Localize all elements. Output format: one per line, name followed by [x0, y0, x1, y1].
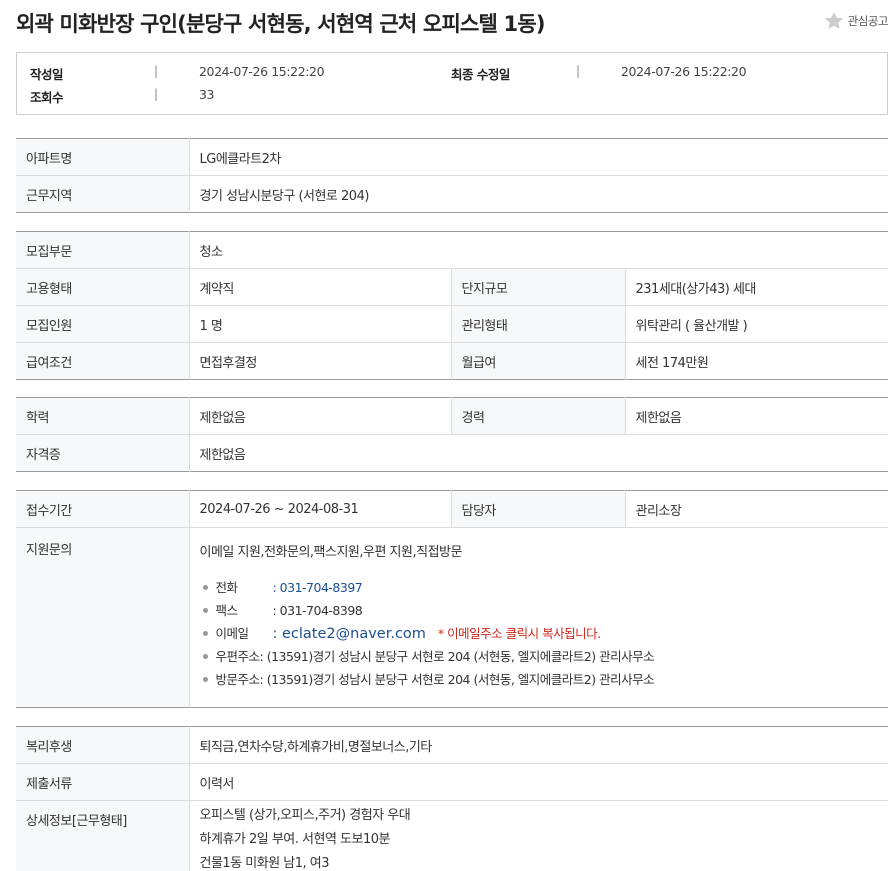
detail-line: 건물1동 미화원 남1, 여3 — [199, 856, 330, 871]
favorite-label: 관심공고 — [847, 14, 889, 28]
meta-row-views: 조회수 | 33 — [17, 87, 887, 107]
documents-value: 이력서 — [189, 763, 889, 801]
views-label: 조회수 — [30, 90, 64, 105]
detail-line: 오피스텔 (상가,오피스,주거) 경험자 우대 — [199, 808, 411, 823]
education-label: 학력 — [16, 397, 190, 435]
career-value: 제한없음 — [635, 410, 682, 426]
phone-label: 전화 — [215, 580, 239, 595]
welfare-value: 퇴직금,연차수당,하계휴가비,명절보너스,기타 — [199, 739, 433, 755]
apartment-name-label: 아파트명 — [16, 138, 190, 176]
recruit-table: 모집부문 청소 고용형태 계약직 단지규모 231세대(상가43) 세대 모집인… — [16, 231, 889, 380]
post-address-value: : (13591)경기 성남시 분당구 서현로 204 (서현동, 엘지에클라트… — [259, 649, 655, 664]
inquiry-cell: 이메일 지원,전화문의,팩스지원,우편 지원,직접방문 전화 : 031-704-… — [189, 527, 888, 708]
table-row: 고용형태 계약직 단지규모 231세대(상가43) 세대 — [16, 268, 889, 306]
phone-link[interactable]: : 031-704-8397 — [273, 580, 363, 595]
fax-label: 팩스 — [215, 603, 239, 618]
email-label: 이메일 — [215, 626, 250, 641]
manage-type-label: 관리형태 — [451, 305, 626, 343]
table-row: 학력 제한없음 경력 제한없음 — [16, 397, 888, 435]
table-row: 상세정보[근무형태] 오피스텔 (상가,오피스,주거) 경험자 우대 하계휴가 … — [16, 800, 889, 871]
table-row: 제출서류 이력서 — [16, 763, 889, 801]
certificate-value: 제한없음 — [189, 434, 888, 472]
certificate-label: 자격증 — [16, 434, 190, 472]
separator: | — [154, 87, 159, 101]
table-row: 모집부문 청소 — [16, 231, 888, 269]
views-value: 33 — [199, 87, 215, 102]
table-row: 근무지역 경기 성남시분당구 (서현로 204) — [16, 175, 889, 213]
application-table: 접수기간 2024-07-26 ~ 2024-08-31 담당자 관리소장 지원… — [16, 490, 888, 708]
recruit-count-label: 모집인원 — [16, 305, 190, 343]
work-area-value: 경기 성남시분당구 (서현로 204) — [189, 175, 889, 213]
email-copy-notice: * 이메일주소 클릭시 복사됩니다. — [437, 626, 601, 641]
manager-value: 관리소장 — [635, 503, 682, 519]
meta-row-dates: 작성일 | 2024-07-26 15:22:20 최종 수정일 | 2024-… — [17, 64, 887, 84]
apartment-name-value: LG에클라트2차 — [199, 151, 282, 167]
visit-address-label: 방문주소 — [215, 672, 261, 687]
list-item: 방문주소: (13591)경기 성남시 분당구 서현로 204 (서현동, 엘지… — [200, 668, 879, 691]
contact-list: 전화 : 031-704-8397 팩스 : 031-704-8398 이메일 : e… — [200, 576, 879, 691]
inquiry-methods: 이메일 지원,전화문의,팩스지원,우편 지원,직접방문 — [199, 545, 463, 560]
apartment-table: 아파트명 LG에클라트2차 근무지역 경기 성남시분당구 (서현로 204) — [16, 138, 889, 213]
monthly-pay-label: 월급여 — [451, 342, 626, 380]
education-value: 제한없음 — [189, 397, 452, 435]
page-title: 외곽 미화반장 구인(분당구 서현동, 서현역 근처 오피스텔 1동) — [16, 12, 545, 36]
modified-label: 최종 수정일 — [451, 67, 510, 82]
detail-line: 하계휴가 2일 부여. 서현역 도보10분 — [199, 832, 391, 847]
table-row: 모집인원 1 명 관리형태 위탁관리 ( 율산개발 ) — [16, 305, 889, 343]
fax-value: : 031-704-8398 — [272, 603, 363, 618]
complex-scale-value: 231세대(상가43) 세대 — [625, 268, 889, 306]
title-row: 외곽 미화반장 구인(분당구 서현동, 서현역 근처 오피스텔 1동) 관심공고 — [16, 6, 889, 38]
separator: | — [154, 64, 159, 78]
welfare-label: 복리후생 — [16, 726, 190, 764]
career-label: 경력 — [451, 397, 626, 435]
detail-info-cell: 오피스텔 (상가,오피스,주거) 경험자 우대 하계휴가 2일 부여. 서현역 … — [189, 800, 889, 871]
manage-type-value: 위탁관리 ( 율산개발 ) — [625, 305, 889, 343]
favorite-button[interactable]: 관심공고 — [823, 10, 889, 32]
complex-scale-label: 단지규모 — [451, 268, 626, 306]
table-row: 지원문의 이메일 지원,전화문의,팩스지원,우편 지원,직접방문 전화 : 031… — [16, 527, 888, 708]
inquiry-label: 지원문의 — [16, 527, 190, 708]
monthly-pay-value: 세전 174만원 — [625, 342, 889, 380]
apply-period-value: 2024-07-26 ~ 2024-08-31 — [189, 490, 452, 528]
list-item: 우편주소: (13591)경기 성남시 분당구 서현로 204 (서현동, 엘지… — [200, 645, 879, 668]
work-area-label: 근무지역 — [16, 175, 190, 213]
list-item: 팩스 : 031-704-8398 — [200, 599, 879, 622]
post-address-label: 우편주소 — [215, 649, 261, 664]
table-row: 복리후생 퇴직금,연차수당,하계휴가비,명절보너스,기타 — [16, 726, 888, 764]
list-item: 전화 : 031-704-8397 — [200, 576, 879, 599]
extra-table: 복리후생 퇴직금,연차수당,하계휴가비,명절보너스,기타 제출서류 이력서 상세… — [16, 726, 889, 871]
documents-label: 제출서류 — [16, 763, 190, 801]
recruit-dept-value: 청소 — [199, 244, 223, 260]
post-meta-box: 작성일 | 2024-07-26 15:22:20 최종 수정일 | 2024-… — [16, 52, 888, 115]
employ-type-label: 고용형태 — [16, 268, 190, 306]
table-row: 접수기간 2024-07-26 ~ 2024-08-31 담당자 관리소장 — [16, 490, 888, 528]
qualification-table: 학력 제한없음 경력 제한없음 자격증 제한없음 — [16, 397, 888, 472]
recruit-dept-label: 모집부문 — [16, 231, 190, 269]
employ-type-value: 계약직 — [189, 268, 452, 306]
recruit-count-value: 1 명 — [189, 305, 452, 343]
table-row: 자격증 제한없음 — [16, 434, 888, 472]
manager-label: 담당자 — [451, 490, 626, 528]
table-row: 급여조건 면접후결정 월급여 세전 174만원 — [16, 342, 889, 380]
created-label: 작성일 — [30, 67, 64, 82]
list-item: 이메일 : eclate2@naver.com * 이메일주소 클릭시 복사됩니다. — [200, 622, 879, 645]
created-value: 2024-07-26 15:22:20 — [199, 64, 325, 79]
pay-condition-label: 급여조건 — [16, 342, 190, 380]
pay-condition-value: 면접후결정 — [189, 342, 452, 380]
star-icon — [824, 12, 843, 29]
detail-info-label: 상세정보[근무형태] — [16, 800, 190, 871]
separator: | — [576, 64, 581, 78]
visit-address-value: : (13591)경기 성남시 분당구 서현로 204 (서현동, 엘지에클라트… — [259, 672, 655, 687]
modified-value: 2024-07-26 15:22:20 — [621, 64, 747, 79]
table-row: 아파트명 LG에클라트2차 — [16, 138, 888, 176]
email-link[interactable]: : eclate2@naver.com — [273, 626, 426, 642]
apply-period-label: 접수기간 — [16, 490, 190, 528]
